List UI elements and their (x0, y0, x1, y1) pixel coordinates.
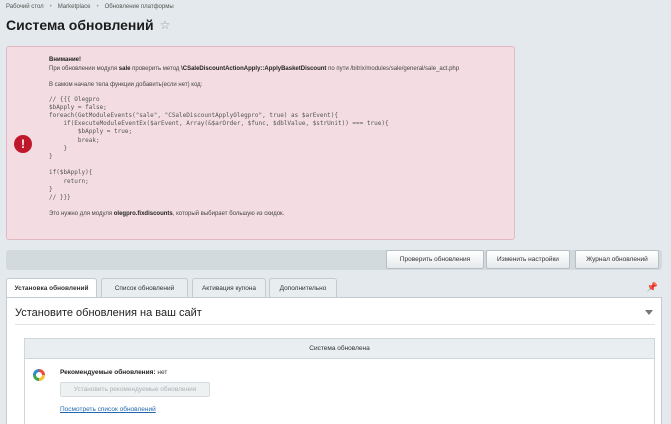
tab-additional[interactable]: Дополнительно (269, 278, 337, 298)
alert-outro-pre: Это нужно для модуля (49, 211, 114, 218)
check-updates-button[interactable]: Проверить обновления (386, 250, 484, 269)
star-icon[interactable]: ☆ (160, 18, 171, 32)
update-log-button[interactable]: Журнал обновлений (575, 250, 659, 269)
pin-icon[interactable]: 📌 (647, 282, 658, 293)
alert-method-name: \CSaleDiscountActionApply::ApplyBasketDi… (181, 65, 327, 72)
breadcrumb: Рабочий стол • Marketplace • Обновление … (6, 4, 174, 10)
update-status-panel: Система обновлена Рекомендуемые обновлен… (24, 338, 655, 424)
alert-title: Внимание! (49, 57, 81, 63)
chevron-down-icon[interactable] (645, 310, 653, 315)
tab-bar: Установка обновлений Список обновлений А… (6, 278, 662, 298)
recommended-label: Рекомендуемые обновления: (60, 369, 156, 376)
tab-updates-list[interactable]: Список обновлений (101, 278, 188, 298)
breadcrumb-marketplace[interactable]: Marketplace (58, 4, 91, 10)
alert-outro-post: , который выбирает большую из скидок. (172, 211, 285, 218)
breadcrumb-desktop[interactable]: Рабочий стол (6, 4, 44, 10)
alert-line2: В самом начале тела функции добавить(есл… (49, 82, 203, 88)
recommended-updates-status: Рекомендуемые обновления: нет (60, 369, 167, 376)
panel-header: Система обновлена (25, 339, 654, 359)
recommended-value: нет (155, 369, 168, 376)
tab-coupon-activation[interactable]: Активация купона (192, 278, 266, 298)
alert-line1-pre: При обновлении модуля (49, 65, 119, 72)
alert-outro-module: olegpro.fixdiscounts (113, 211, 173, 218)
alert-line1-mid: проверить метод (130, 65, 182, 72)
page-title: Система обновлений ☆ (6, 17, 170, 33)
breadcrumb-platform-update[interactable]: Обновление платформы (105, 4, 174, 10)
breadcrumb-separator: • (96, 4, 99, 10)
install-updates-section: Установите обновления на ваш сайт Систем… (6, 297, 662, 424)
breadcrumb-separator: • (49, 4, 52, 10)
update-icon (33, 369, 45, 381)
code-snippet: // {{{ Olegpro $bApply = false; foreach(… (49, 95, 389, 201)
divider (15, 324, 655, 325)
install-recommended-button[interactable]: Установить рекомендуемые обновления (60, 382, 210, 397)
alert-body: Внимание! При обновлении модуля sale про… (49, 56, 511, 219)
alert-outro: Это нужно для модуля olegpro.fixdiscount… (49, 210, 511, 219)
alert-line1-post: по пути /bitrix/modules/sale/general/sal… (326, 65, 460, 72)
page-title-text: Система обновлений (6, 17, 154, 33)
warning-alert: ! Внимание! При обновлении модуля sale п… (6, 46, 515, 240)
alert-line1: При обновлении модуля sale проверить мет… (49, 65, 511, 74)
alert-module-name: sale (118, 65, 131, 72)
exclamation-icon: ! (14, 135, 32, 153)
section-title: Установите обновления на ваш сайт (15, 307, 202, 319)
tab-install-updates[interactable]: Установка обновлений (6, 278, 97, 298)
toolbar: Проверить обновления Изменить настройки … (6, 250, 662, 270)
view-updates-list-link[interactable]: Посмотреть список обновлений (60, 406, 156, 413)
change-settings-button[interactable]: Изменить настройки (486, 250, 570, 269)
